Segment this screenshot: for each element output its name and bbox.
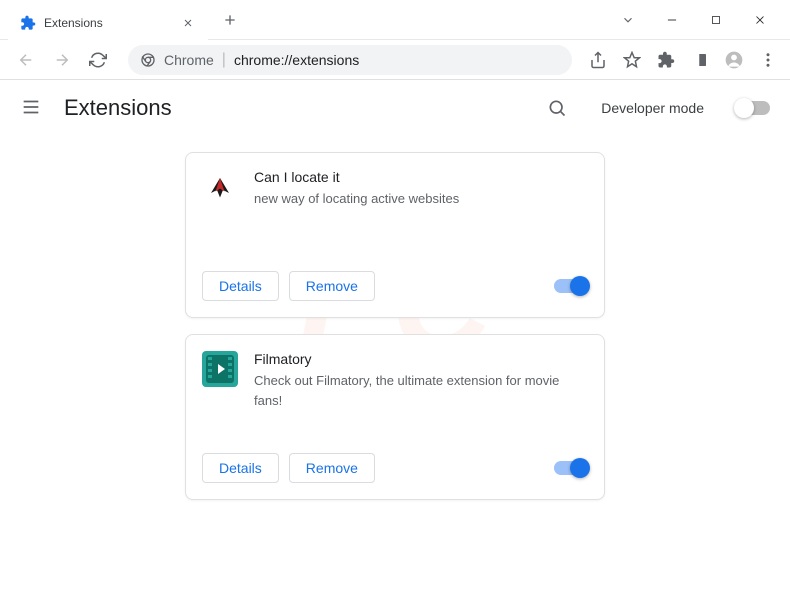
- extension-card: Can I locate it new way of locating acti…: [185, 152, 605, 318]
- developer-mode-label: Developer mode: [601, 100, 704, 116]
- share-icon[interactable]: [588, 50, 608, 70]
- extension-logo-icon: [202, 169, 238, 205]
- new-tab-button[interactable]: [216, 6, 244, 34]
- extension-description: new way of locating active websites: [254, 189, 588, 209]
- close-tab-icon[interactable]: [180, 15, 196, 31]
- address-bar[interactable]: Chrome | chrome://extensions: [128, 45, 572, 75]
- sidepanel-icon[interactable]: [690, 50, 710, 70]
- remove-button[interactable]: Remove: [289, 453, 375, 483]
- profile-icon[interactable]: [724, 50, 744, 70]
- extension-enable-toggle[interactable]: [554, 279, 588, 293]
- chrome-icon: [140, 52, 156, 68]
- address-url: chrome://extensions: [234, 52, 359, 68]
- extension-description: Check out Filmatory, the ultimate extens…: [254, 371, 588, 410]
- bookmark-icon[interactable]: [622, 50, 642, 70]
- back-button[interactable]: [12, 46, 40, 74]
- extension-enable-toggle[interactable]: [554, 461, 588, 475]
- close-window-button[interactable]: [750, 10, 770, 30]
- minimize-button[interactable]: [662, 10, 682, 30]
- extension-logo-icon: [202, 351, 238, 387]
- extension-name: Filmatory: [254, 351, 588, 367]
- window-controls: [618, 10, 790, 30]
- tab-title: Extensions: [44, 16, 180, 30]
- menu-icon[interactable]: [758, 50, 778, 70]
- chevron-down-icon[interactable]: [618, 10, 638, 30]
- puzzle-icon: [20, 15, 36, 31]
- maximize-button[interactable]: [706, 10, 726, 30]
- details-button[interactable]: Details: [202, 271, 279, 301]
- extension-name: Can I locate it: [254, 169, 588, 185]
- extension-card: Filmatory Check out Filmatory, the ultim…: [185, 334, 605, 500]
- reload-button[interactable]: [84, 46, 112, 74]
- extensions-list: Can I locate it new way of locating acti…: [0, 136, 790, 516]
- remove-button[interactable]: Remove: [289, 271, 375, 301]
- window-titlebar: Extensions: [0, 0, 790, 40]
- address-label: Chrome: [164, 52, 214, 68]
- extensions-icon[interactable]: [656, 50, 676, 70]
- page-header: Extensions Developer mode: [0, 80, 790, 136]
- developer-mode-toggle[interactable]: [736, 101, 770, 115]
- details-button[interactable]: Details: [202, 453, 279, 483]
- address-separator: |: [222, 51, 226, 69]
- search-icon[interactable]: [545, 96, 569, 120]
- browser-toolbar: Chrome | chrome://extensions: [0, 40, 790, 80]
- page-title: Extensions: [64, 95, 525, 121]
- browser-tab[interactable]: Extensions: [8, 6, 208, 40]
- hamburger-icon[interactable]: [20, 96, 44, 120]
- forward-button[interactable]: [48, 46, 76, 74]
